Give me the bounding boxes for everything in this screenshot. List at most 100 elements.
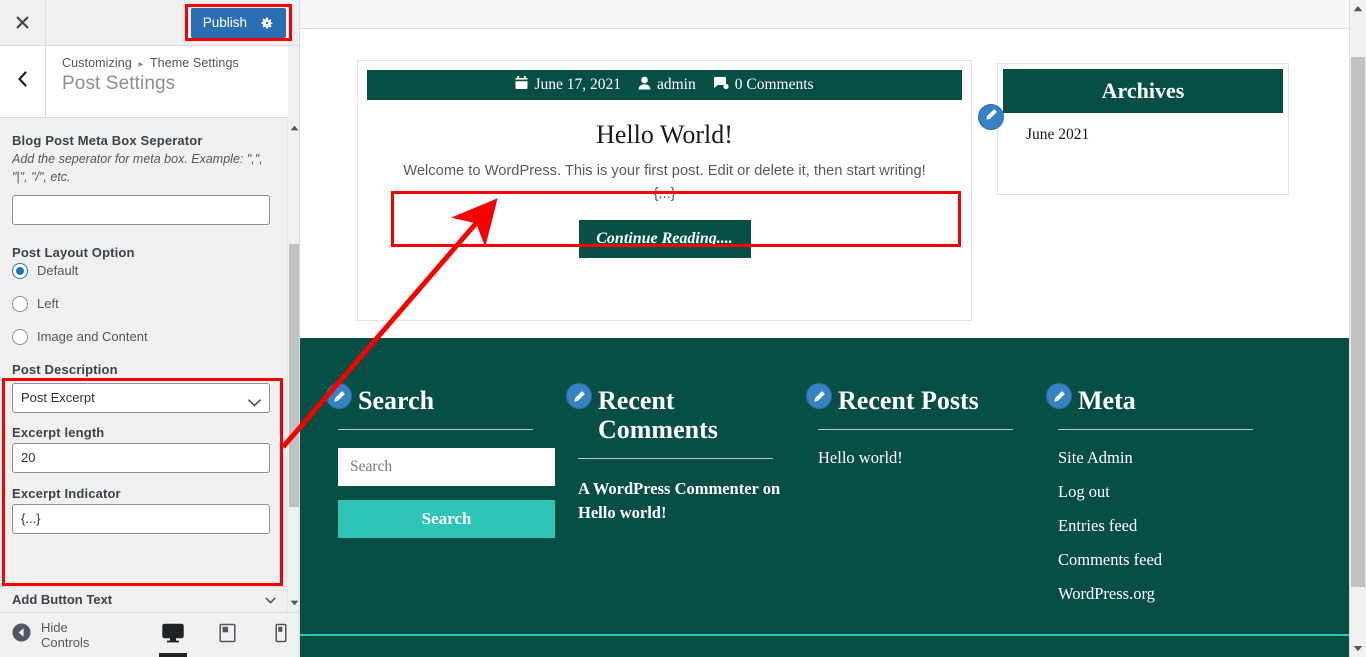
- post-date: June 17, 2021: [515, 75, 621, 95]
- control-excerpt-length: Excerpt length: [12, 425, 272, 473]
- recent-posts-list: Hello world!: [818, 448, 1058, 468]
- calendar-icon: [515, 75, 528, 95]
- post-description-select[interactable]: Post Excerpt: [12, 382, 270, 413]
- breadcrumb-root[interactable]: Customizing: [62, 56, 132, 70]
- control-post-description-group: Post Description Post Excerpt Excerpt le…: [12, 362, 272, 534]
- triangle-down-icon[interactable]: [1350, 640, 1366, 657]
- list-item[interactable]: Site Admin: [1058, 448, 1298, 468]
- post-author-text: admin: [657, 76, 696, 93]
- customizer-controls: Blog Post Meta Box Seperator Add the sep…: [0, 119, 288, 612]
- meta-link-entries-feed[interactable]: Entries feed: [1058, 516, 1137, 535]
- breadcrumb: Customizing ▸ Theme Settings: [62, 56, 239, 70]
- device-tablet-button[interactable]: [209, 613, 245, 657]
- edit-recent-comments-widget-button[interactable]: [566, 383, 592, 409]
- archives-widget-item[interactable]: June 2021: [998, 113, 1288, 144]
- radio-option-left[interactable]: Left: [12, 295, 272, 312]
- triangle-up-icon[interactable]: [1350, 0, 1366, 17]
- meta-link-site-admin[interactable]: Site Admin: [1058, 448, 1133, 467]
- list-item[interactable]: WordPress.org: [1058, 584, 1298, 604]
- comments-icon: [713, 76, 729, 95]
- device-mobile-button[interactable]: [263, 613, 299, 657]
- continue-reading-button[interactable]: Continue Reading....: [578, 219, 751, 258]
- meta-link-log-out[interactable]: Log out: [1058, 482, 1110, 501]
- radio-option-default[interactable]: Default: [12, 262, 272, 279]
- customizer-topbar: Publish: [0, 0, 299, 46]
- meta-link-wordpress-org[interactable]: WordPress.org: [1058, 584, 1155, 603]
- page-title: Post Settings: [62, 73, 176, 94]
- control-excerpt-indicator: Excerpt Indicator: [12, 486, 272, 534]
- site-footer: Search Search Search Recent Comments A W…: [300, 338, 1350, 657]
- publish-highlight-box: Publish: [184, 4, 292, 41]
- post-card: June 17, 2021 admin 0 Comments Hello Wor…: [357, 60, 972, 321]
- control-post-layout-option: Post Layout Option Default Left Image an…: [12, 245, 272, 345]
- excerpt-length-input[interactable]: [12, 442, 270, 473]
- section-add-button-text[interactable]: Add Button Text: [0, 586, 288, 612]
- radio-image-content-indicator[interactable]: [12, 328, 28, 345]
- radio-image-content-label: Image and Content: [37, 329, 148, 344]
- control-meta-box-separator: Blog Post Meta Box Seperator Add the sep…: [12, 133, 272, 225]
- recent-comments-widget-title-text: Recent Comments: [598, 386, 718, 445]
- close-x-icon: [15, 15, 30, 30]
- edit-search-widget-button[interactable]: [326, 383, 352, 409]
- excerpt-indicator-input[interactable]: [12, 503, 270, 534]
- triangle-up-icon[interactable]: [288, 121, 299, 135]
- radio-left-label: Left: [37, 296, 59, 311]
- caret-left-circle-icon: [12, 623, 31, 647]
- sidebar-scrollbar-thumb[interactable]: [289, 244, 299, 507]
- add-button-text-label: Add Button Text: [12, 592, 113, 607]
- list-item[interactable]: Log out: [1058, 482, 1298, 502]
- footer-bottom-divider: [300, 634, 1350, 636]
- gear-icon[interactable]: [260, 16, 274, 30]
- triangle-down-icon[interactable]: [288, 596, 299, 610]
- page-scrollbar[interactable]: [1349, 0, 1366, 657]
- excerpt-length-label: Excerpt length: [12, 424, 105, 440]
- pencil-edit-icon: [984, 108, 998, 127]
- recent-comments-widget-title: Recent Comments: [566, 383, 818, 445]
- sidebar-scrollbar[interactable]: [287, 119, 299, 612]
- list-item[interactable]: Comments feed: [1058, 550, 1298, 570]
- radio-default-indicator[interactable]: [12, 262, 28, 279]
- back-button[interactable]: [0, 46, 46, 117]
- meta-box-separator-input[interactable]: [12, 194, 270, 225]
- radio-left-indicator[interactable]: [12, 295, 28, 312]
- widget-divider: [818, 429, 1013, 431]
- edit-recent-posts-widget-button[interactable]: [806, 383, 832, 409]
- footer-widget-search: Search Search: [326, 383, 578, 618]
- meta-widget-title: Meta: [1046, 383, 1298, 415]
- post-title[interactable]: Hello World!: [358, 120, 971, 150]
- close-customizer-button[interactable]: [0, 0, 46, 45]
- search-input[interactable]: [338, 448, 555, 487]
- post-comments-text: 0 Comments: [734, 76, 814, 93]
- device-desktop-button[interactable]: [155, 613, 191, 657]
- radio-default-label: Default: [37, 263, 79, 278]
- publish-button[interactable]: Publish: [190, 7, 286, 38]
- meta-link-comments-feed[interactable]: Comments feed: [1058, 550, 1162, 569]
- post-description-select-wrap: Post Excerpt: [12, 382, 270, 413]
- hide-controls-button[interactable]: Hide Controls: [0, 620, 111, 650]
- screen-root: Publish Customizing ▸ Theme Settings Pos…: [0, 0, 1366, 657]
- radio-option-image-and-content[interactable]: Image and Content: [12, 328, 272, 345]
- excerpt-indicator-label: Excerpt Indicator: [12, 485, 121, 501]
- breadcrumb-separator-icon: ▸: [138, 59, 144, 70]
- search-submit-button[interactable]: Search: [338, 500, 555, 539]
- meta-widget-title-text: Meta: [1078, 386, 1136, 415]
- recent-comment-entry[interactable]: A WordPress Commenter on Hello world!: [578, 477, 790, 525]
- device-preview-switcher: [155, 613, 299, 657]
- mobile-icon: [275, 623, 287, 648]
- customizer-footer-bar: Hide Controls: [0, 612, 299, 657]
- list-item[interactable]: Entries feed: [1058, 516, 1298, 536]
- publish-button-label: Publish: [202, 15, 247, 30]
- page-scrollbar-thumb[interactable]: [1351, 57, 1365, 587]
- pencil-edit-icon: [332, 381, 346, 410]
- list-item[interactable]: Hello world!: [818, 448, 1058, 468]
- archives-widget: Archives June 2021: [997, 63, 1289, 195]
- post-meta-bar: June 17, 2021 admin 0 Comments: [367, 70, 962, 100]
- edit-meta-widget-button[interactable]: [1046, 383, 1072, 409]
- preview-content: June 17, 2021 admin 0 Comments Hello Wor…: [300, 30, 1350, 657]
- breadcrumb-parent[interactable]: Theme Settings: [150, 56, 239, 70]
- pencil-edit-icon: [572, 381, 586, 410]
- post-excerpt: Welcome to WordPress. This is your first…: [403, 163, 926, 202]
- post-layout-option-label: Post Layout Option: [12, 244, 135, 260]
- edit-archives-widget-button[interactable]: [978, 104, 1004, 130]
- recent-post-link[interactable]: Hello world!: [818, 448, 903, 467]
